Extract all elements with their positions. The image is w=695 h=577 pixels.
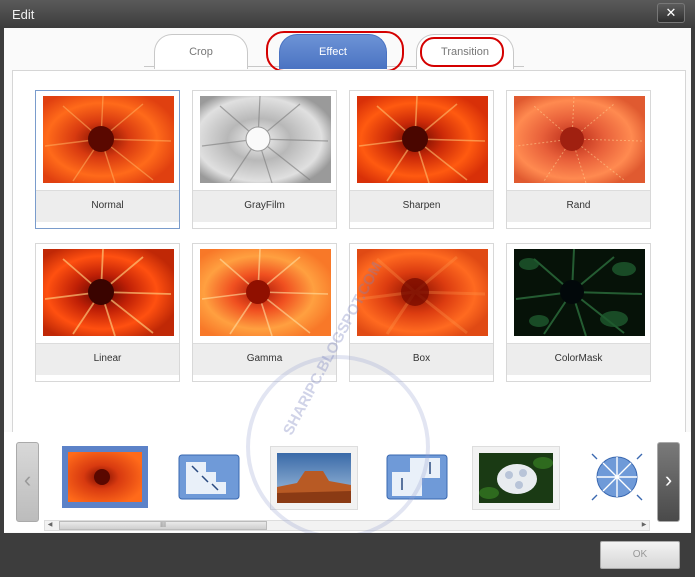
- effect-label: Normal: [36, 190, 179, 222]
- edit-dialog: Edit ✕ Crop Effect Transition Normal Gra…: [0, 0, 695, 577]
- flower-gamma-thumbnail: [200, 249, 331, 336]
- flower-grayfilm-thumbnail: [200, 96, 331, 183]
- effect-card-sharpen[interactable]: Sharpen: [349, 90, 494, 229]
- flower-normal-thumbnail: [43, 96, 174, 183]
- annotation-circle-effect: [266, 31, 404, 72]
- effect-card-grayfilm[interactable]: GrayFilm: [192, 90, 337, 229]
- window-title: Edit: [12, 7, 35, 22]
- flower-photo-icon: [68, 452, 142, 502]
- flower-linear-thumbnail: [43, 249, 174, 336]
- effect-label: GrayFilm: [193, 190, 336, 222]
- effect-card-linear[interactable]: Linear: [35, 243, 180, 382]
- title-bar: Edit ✕: [0, 0, 695, 28]
- dialog-footer: OK: [0, 533, 695, 577]
- scroll-left-arrow[interactable]: ◀: [45, 521, 55, 530]
- watermark-seal: [246, 355, 430, 539]
- effect-card-rand[interactable]: Rand: [506, 90, 651, 229]
- flower-sharpen-thumbnail: [357, 96, 488, 183]
- effect-label: Sharpen: [350, 190, 493, 222]
- effect-label: ColorMask: [507, 343, 650, 375]
- effect-card-normal[interactable]: Normal: [35, 90, 180, 229]
- ok-button[interactable]: OK: [600, 541, 680, 569]
- radial-transition-icon: [591, 453, 643, 501]
- close-button[interactable]: ✕: [657, 3, 685, 23]
- flower-colormask-thumbnail: [514, 249, 645, 336]
- transition-icon: [178, 454, 240, 500]
- tab-crop[interactable]: Crop: [154, 34, 248, 69]
- effect-card-colormask[interactable]: ColorMask: [506, 243, 651, 382]
- hydrangea-photo-icon: [479, 453, 553, 503]
- effect-label: Rand: [507, 190, 650, 222]
- effect-label: Linear: [36, 343, 179, 375]
- scroll-right-arrow[interactable]: ▶: [639, 521, 649, 530]
- strip-item-flower[interactable]: [62, 446, 148, 508]
- scroll-thumb[interactable]: III: [59, 521, 267, 530]
- strip-prev-button[interactable]: ‹: [16, 442, 39, 522]
- annotation-circle-transition: [420, 37, 504, 67]
- strip-next-button[interactable]: ›: [657, 442, 680, 522]
- strip-item-hydrangea[interactable]: [472, 446, 560, 510]
- tab-bar: Crop Effect Transition: [4, 28, 691, 72]
- flower-rand-thumbnail: [514, 96, 645, 183]
